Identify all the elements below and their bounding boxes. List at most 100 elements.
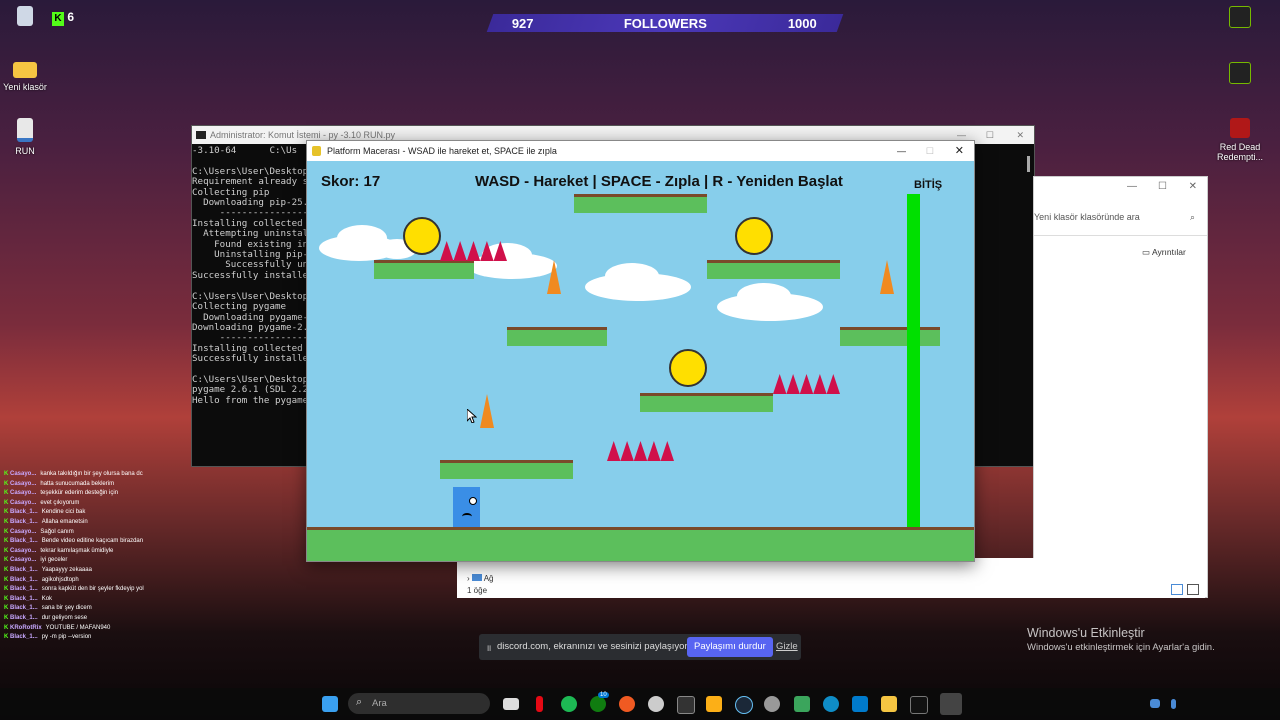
terminal-icon[interactable] — [910, 696, 928, 714]
mouse-cursor-icon — [467, 409, 477, 423]
platform — [707, 260, 840, 279]
desktop-icon-label: Yeni klasör — [3, 82, 47, 92]
cmd-scrollbar[interactable] — [1027, 156, 1030, 172]
stream-chat-overlay: K Casayo... kanka takıldığın bir şey olur… — [4, 470, 144, 643]
chat-username: Black_1... — [10, 566, 38, 573]
explorer-titlebar[interactable]: — ☐ ✕ — [1034, 177, 1207, 199]
search-icon: ⌕ — [356, 696, 363, 708]
pygame-taskbar-icon[interactable] — [940, 693, 962, 715]
chat-text: Kendine cici bak — [41, 509, 86, 516]
chat-message: K Casayo... Sağol canım — [4, 528, 144, 538]
explorer-window[interactable]: — ☐ ✕ Yeni klasör klasöründe ara ⌕ ▭ Ayr… — [1033, 176, 1208, 598]
cone-obstacle — [480, 394, 494, 428]
chat-message: K Casayo... iyi geceler — [4, 556, 144, 566]
view-details-icon[interactable] — [1171, 584, 1183, 595]
chat-text: hatta sunucumada beklerim — [40, 480, 115, 487]
chevron-right-icon: › — [467, 574, 470, 583]
kick-badge[interactable]: K 6 — [52, 10, 80, 26]
view-tiles-icon[interactable] — [1187, 584, 1199, 595]
details-label: Ayrıntılar — [1151, 247, 1186, 257]
search-input[interactable]: Yeni klasör klasöründe ara — [1034, 212, 1140, 222]
explorer-search[interactable]: Yeni klasör klasöründe ara ⌕ — [1034, 207, 1199, 227]
chat-text: tekrar karnılaşmak ümidiyle — [40, 547, 114, 554]
share-text: discord.com, ekranınızı ve sesinizi payl… — [497, 641, 690, 652]
desktop-icon-yeni-klasor[interactable]: Yeni klasör — [0, 62, 60, 92]
close-icon[interactable]: ✕ — [1016, 126, 1024, 144]
desktop-icon-nvidia-2[interactable] — [1205, 62, 1275, 88]
chat-username: Black_1... — [10, 634, 38, 641]
chat-username: KRoRotRix — [10, 624, 42, 631]
chat-text: dur geliyom sese — [41, 614, 88, 621]
kick-icon: K — [52, 12, 64, 26]
platform — [640, 393, 773, 412]
file-explorer-icon[interactable] — [881, 696, 897, 712]
chat-text: Allaha emanetsin — [41, 518, 88, 525]
taskbar-search-input[interactable]: Ara — [372, 698, 387, 709]
activation-title: Windows'u Etkinleştir — [1027, 626, 1145, 640]
microphone-icon[interactable] — [1171, 699, 1176, 709]
spotify-icon[interactable] — [561, 696, 577, 712]
chat-username: Casayo... — [10, 480, 37, 487]
stop-sharing-button[interactable]: Paylaşımı durdur — [687, 637, 773, 657]
desktop-icon-nvidia[interactable] — [1205, 6, 1275, 32]
nav-tree-label: Ağ — [483, 574, 494, 583]
taskbar-search[interactable]: ⌕ Ara — [348, 693, 490, 714]
vscode-icon[interactable] — [852, 696, 868, 712]
discord-icon[interactable] — [794, 696, 810, 712]
rockstar-launcher-icon[interactable] — [706, 696, 722, 712]
chat-username: Black_1... — [10, 586, 38, 593]
taskbar: ⌕ Ara 10 — [0, 688, 1280, 720]
epic-games-icon[interactable] — [677, 696, 695, 714]
notification-badge: 10 — [598, 692, 609, 698]
edge-icon[interactable] — [823, 696, 839, 712]
chat-message: K KRoRotRix YOUTUBE / MAFAN940 — [4, 624, 144, 634]
score-label: Skor: 17 — [321, 173, 381, 190]
chat-text: Kok — [41, 595, 53, 602]
ea-app-icon[interactable] — [619, 696, 635, 712]
python-file-icon — [17, 118, 33, 142]
rockstar-game-icon — [1230, 118, 1250, 138]
desktop-icon-red-dead[interactable]: Red Dead Redempti... — [1205, 118, 1275, 162]
chat-message: K Black_1... Kok — [4, 595, 144, 605]
chat-message: K Casayo... kanka takıldığın bir şey olur… — [4, 470, 144, 480]
recycle-bin-icon[interactable] — [0, 6, 60, 30]
maximize-icon[interactable]: ☐ — [986, 126, 994, 144]
player-mouth — [462, 513, 472, 520]
platform — [374, 260, 474, 279]
nvidia-app-icon — [1229, 62, 1251, 84]
folder-icon — [13, 62, 37, 78]
minimize-icon[interactable]: — — [897, 141, 906, 161]
game-canvas[interactable]: Skor: 17 WASD - Hareket | SPACE - Zıpla … — [307, 161, 974, 561]
nav-tree-item-network[interactable]: › Ağ — [467, 574, 493, 583]
network-tray-icon[interactable] — [1150, 699, 1160, 708]
chat-username: Casayo... — [10, 557, 37, 564]
obs-icon[interactable] — [648, 696, 664, 712]
windows-start-icon[interactable] — [322, 696, 338, 712]
chat-text: Yaapayyy zekaaaa — [41, 566, 92, 573]
player-eye — [469, 497, 477, 505]
network-icon — [471, 574, 482, 581]
chat-text: evet çıkıyorum — [40, 499, 80, 506]
steam-icon[interactable] — [735, 696, 753, 714]
details-button[interactable]: ▭ Ayrıntılar — [1142, 247, 1186, 258]
maximize-icon[interactable]: ☐ — [1158, 181, 1167, 192]
netflix-icon[interactable] — [536, 696, 543, 712]
game-window[interactable]: Platform Macerası - WSAD ile hareket et,… — [306, 140, 975, 562]
game-titlebar[interactable]: Platform Macerası - WSAD ile hareket et,… — [307, 141, 974, 161]
chat-message: K Black_1... dur geliyom sese — [4, 614, 144, 624]
ubisoft-icon[interactable] — [764, 696, 780, 712]
desktop-icon-run[interactable]: RUN — [0, 118, 60, 156]
platform — [574, 194, 707, 213]
task-view-icon[interactable] — [503, 698, 519, 710]
explorer-status: 1 öğe — [467, 586, 488, 595]
chat-message: K Black_1... Kendine cici bak — [4, 508, 144, 518]
desktop-icon-label: Red Dead Redempti... — [1216, 142, 1264, 162]
xbox-icon[interactable] — [590, 696, 606, 712]
spike-trap — [773, 374, 840, 394]
explorer-bottom: › Ağ 1 öğe — [457, 558, 1205, 598]
hide-link[interactable]: Gizle — [776, 641, 798, 652]
close-icon[interactable]: ✕ — [955, 141, 964, 161]
close-icon[interactable]: ✕ — [1189, 181, 1197, 192]
followers-label: FOLLOWERS — [623, 16, 707, 31]
minimize-icon[interactable]: — — [1127, 181, 1137, 192]
